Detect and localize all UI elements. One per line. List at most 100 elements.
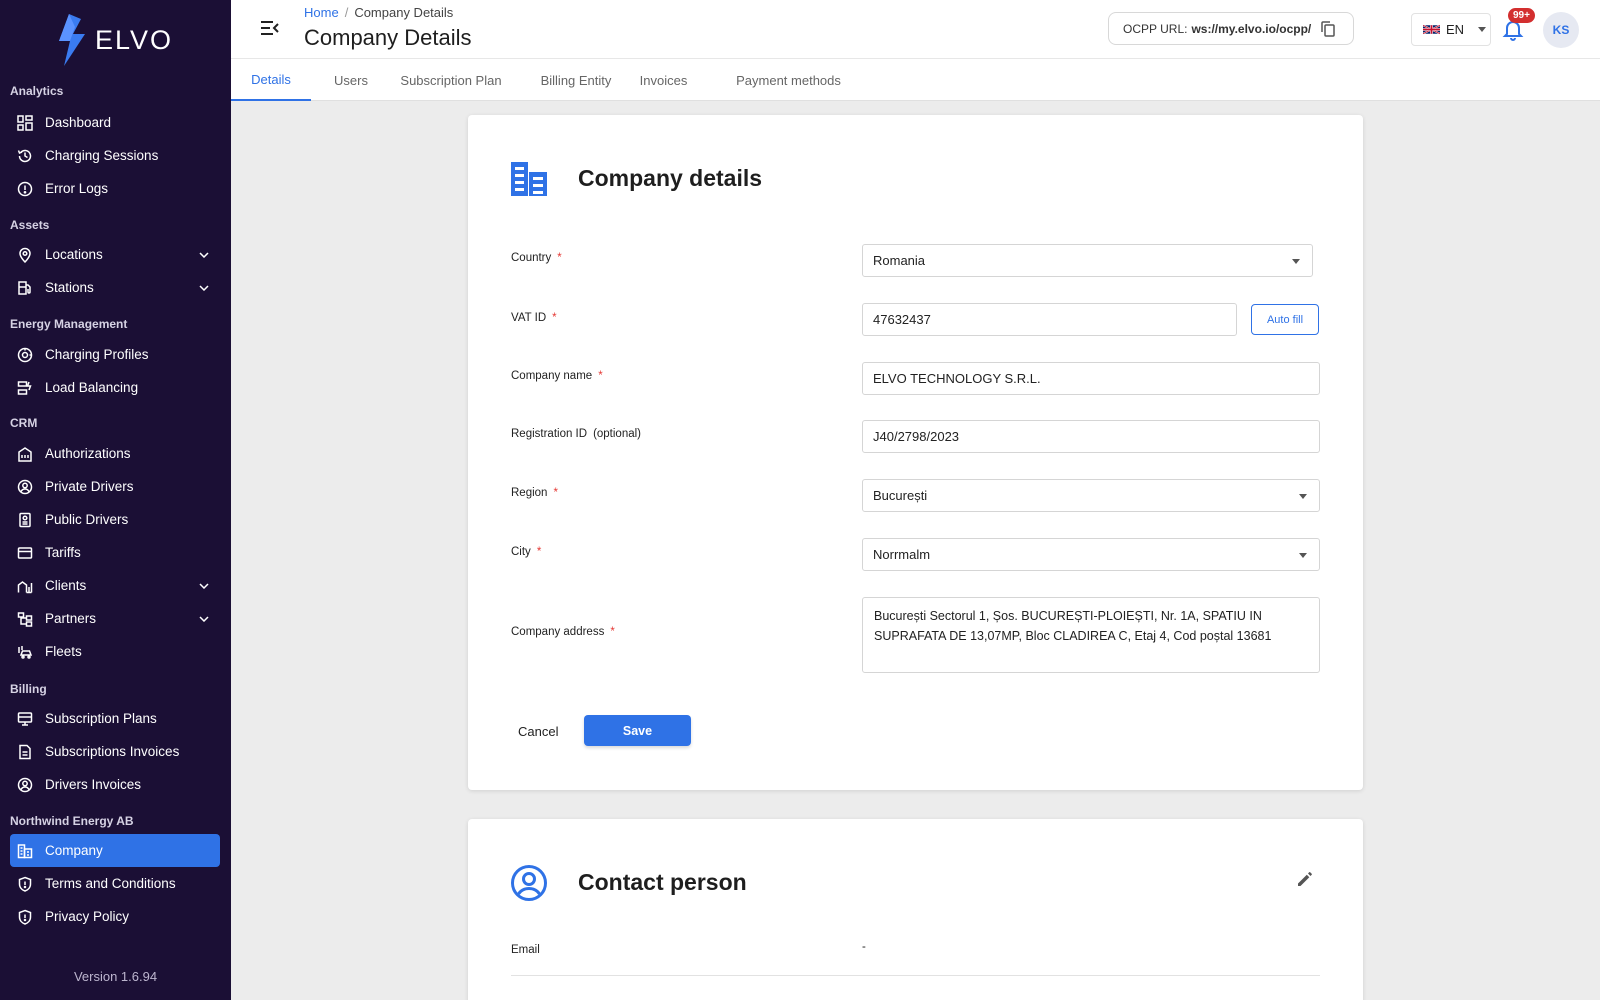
region-value: București [873, 488, 928, 503]
sidebar-item-label: Partners [45, 611, 97, 626]
dashboard-icon [15, 113, 35, 133]
section-energy-management: Energy Management [10, 317, 128, 331]
sidebar-item-label: Terms and Conditions [45, 876, 176, 891]
auto-fill-button[interactable]: Auto fill [1251, 304, 1319, 335]
load-balance-icon [15, 378, 35, 398]
sidebar-item-privacy-policy[interactable]: Privacy Policy [10, 900, 220, 933]
sidebar-item-label: Locations [45, 247, 103, 262]
ocpp-url-box: OCPP URL: ws://my.elvo.io/ocpp/ [1108, 12, 1354, 45]
sidebar-item-dashboard[interactable]: Dashboard [10, 106, 220, 139]
country-select[interactable]: Romania [862, 244, 1313, 277]
ocpp-url-value: ws://my.elvo.io/ocpp/ [1191, 21, 1312, 36]
shield-icon [15, 907, 35, 927]
registration-id-label: Registration ID (optional) [511, 428, 642, 440]
building-icon [15, 841, 35, 861]
sidebar-item-load-balancing[interactable]: Load Balancing [10, 371, 220, 404]
sidebar-item-public-drivers[interactable]: Public Drivers [10, 503, 220, 536]
shield-icon [15, 874, 35, 894]
save-button[interactable]: Save [584, 715, 691, 746]
id-badge-icon [15, 510, 35, 530]
sidebar-item-authorizations[interactable]: Authorizations [10, 437, 220, 470]
sidebar-item-fleets[interactable]: Fleets [10, 635, 220, 668]
collapse-menu-icon[interactable] [259, 18, 281, 38]
vat-id-value: 47632437 [873, 312, 931, 327]
user-circle-icon [15, 775, 35, 795]
sidebar-item-tariffs[interactable]: Tariffs [10, 536, 220, 569]
elvo-logo[interactable]: ELVO [55, 14, 173, 66]
user-circle-icon [15, 477, 35, 497]
breadcrumb-separator: / [344, 5, 349, 20]
page-title: Company Details [304, 25, 472, 50]
breadcrumb: Home / Company Details [304, 5, 453, 20]
region-label: Region * [511, 487, 558, 499]
registration-id-input[interactable]: J40/2798/2023 [862, 420, 1320, 453]
sidebar-item-stations[interactable]: Stations [10, 271, 220, 304]
country-value: Romania [873, 253, 926, 268]
section-assets: Assets [10, 218, 50, 232]
top-bar: Home / Company Details Company Details OCP… [231, 0, 1600, 58]
breadcrumb-home-link[interactable]: Home [304, 5, 339, 20]
tab-invoices[interactable]: Invoices [636, 59, 691, 101]
registration-id-value: J40/2798/2023 [873, 429, 960, 444]
chevron-down-icon [1299, 493, 1307, 499]
app-version: Version 1.6.94 [73, 969, 158, 984]
tab-payment-methods[interactable]: Payment methods [726, 59, 851, 101]
company-address-label: Company address * [511, 626, 615, 638]
sidebar-item-partners[interactable]: Partners [10, 602, 220, 635]
sidebar-item-label: Error Logs [45, 181, 109, 196]
sidebar-item-label: Drivers Invoices [45, 777, 142, 792]
sidebar-item-clients[interactable]: Clients [10, 569, 220, 602]
chevron-down-icon [1292, 258, 1300, 264]
sidebar-item-drivers-invoices[interactable]: Drivers Invoices [10, 768, 220, 801]
ev-station-icon [15, 278, 35, 298]
city-label: City * [511, 546, 542, 558]
row-divider [511, 975, 1320, 976]
user-avatar[interactable]: KS [1543, 12, 1579, 48]
sidebar-item-label: Subscription Plans [45, 711, 157, 726]
sidebar-item-company[interactable]: Company [10, 834, 220, 867]
sidebar-item-error-logs[interactable]: Error Logs [10, 172, 220, 205]
sidebar-item-label: Private Drivers [45, 479, 134, 494]
sidebar-item-private-drivers[interactable]: Private Drivers [10, 470, 220, 503]
country-label: Country * [511, 252, 562, 264]
city-select[interactable]: Norrmalm [862, 538, 1320, 571]
company-address-textarea[interactable]: București Sectorul 1, Șos. BUCUREȘTI-PLO… [862, 597, 1320, 673]
tab-billing-entity[interactable]: Billing Entity [536, 59, 616, 101]
edit-pencil-icon[interactable] [1295, 869, 1315, 889]
user-circle-icon [511, 865, 547, 901]
chart-building-icon [15, 576, 35, 596]
sidebar-item-charging-sessions[interactable]: Charging Sessions [10, 139, 220, 172]
cancel-button[interactable]: Cancel [518, 724, 558, 739]
sidebar-item-label: Load Balancing [45, 380, 139, 395]
sidebar-item-label: Public Drivers [45, 512, 129, 527]
sidebar-item-locations[interactable]: Locations [10, 238, 220, 271]
notifications-badge: 99+ [1508, 8, 1535, 23]
company-name-value: ELVO TECHNOLOGY S.R.L. [873, 371, 1041, 386]
chevron-down-icon [194, 251, 214, 258]
breadcrumb-current: Company Details [354, 5, 454, 20]
sidebar-item-subscription-plans[interactable]: Subscription Plans [10, 702, 220, 735]
sidebar-item-subscriptions-invoices[interactable]: Subscriptions Invoices [10, 735, 220, 768]
sidebar-item-terms-and-conditions[interactable]: Terms and Conditions [10, 867, 220, 900]
language-selector[interactable]: EN [1411, 13, 1491, 46]
sidebar-item-label: Privacy Policy [45, 909, 130, 924]
chevron-down-icon [194, 284, 214, 291]
company-name-input[interactable]: ELVO TECHNOLOGY S.R.L. [862, 362, 1320, 395]
tab-details[interactable]: Details [231, 59, 311, 101]
tab-subscription-plan[interactable]: Subscription Plan [396, 59, 506, 101]
vat-id-input[interactable]: 47632437 [862, 303, 1237, 336]
contact-person-card: Contact person Email - [468, 819, 1363, 1000]
section-billing: Billing [10, 682, 47, 696]
region-select[interactable]: București [862, 479, 1320, 512]
ocpp-label: OCPP URL: [1123, 21, 1188, 36]
sidebar-item-charging-profiles[interactable]: Charging Profiles [10, 338, 220, 371]
gauge-icon [15, 345, 35, 365]
company-details-card: Company details Country * Romania VAT ID *… [468, 115, 1363, 790]
copy-icon[interactable] [1319, 20, 1337, 38]
building-lock-icon [15, 444, 35, 464]
section-crm: CRM [10, 416, 38, 430]
location-pin-icon [15, 245, 35, 265]
sidebar-item-label: Subscriptions Invoices [45, 744, 180, 759]
uk-flag-icon [1423, 24, 1440, 35]
tab-users[interactable]: Users [315, 59, 387, 101]
